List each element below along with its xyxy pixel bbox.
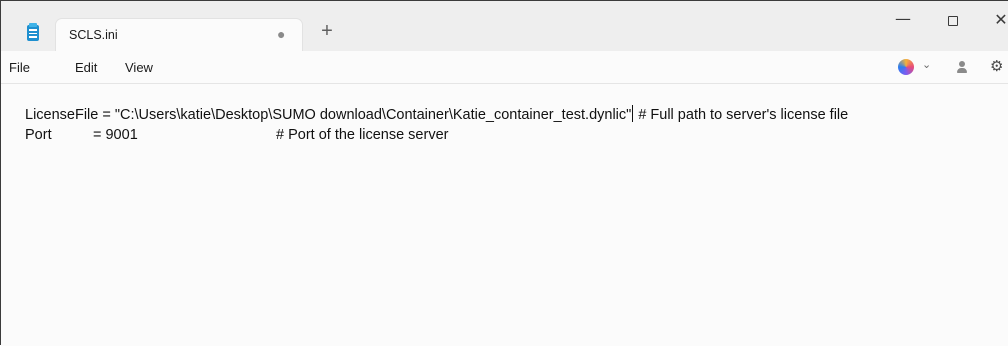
menu-bar: File Edit View ⌄ ⚙ <box>1 51 1008 84</box>
title-bar: SCLS.ini ● + — ✕ <box>1 1 1008 51</box>
chevron-down-icon[interactable]: ⌄ <box>922 58 931 71</box>
account-icon[interactable] <box>957 60 967 74</box>
copilot-icon[interactable] <box>898 59 914 75</box>
line1-comment: # Full path to server's license file <box>634 107 849 123</box>
tab-scls-ini[interactable]: SCLS.ini ● <box>55 18 303 51</box>
line2-value: = 9001 <box>93 127 138 143</box>
editor-line-2: Port = 9001 # Port of the license server <box>25 127 448 143</box>
settings-gear-icon[interactable]: ⚙ <box>990 57 1003 75</box>
menu-view[interactable]: View <box>125 60 153 75</box>
notepad-app-icon <box>27 23 39 41</box>
minimize-button[interactable]: — <box>883 7 923 35</box>
text-editor-area[interactable]: LicenseFile = "C:\Users\katie\Desktop\SU… <box>1 85 1008 346</box>
unsaved-indicator-icon[interactable]: ● <box>277 26 285 42</box>
menu-edit[interactable]: Edit <box>75 60 97 75</box>
close-button[interactable]: ✕ <box>981 7 1008 35</box>
maximize-icon <box>948 16 958 26</box>
line1-text: LicenseFile = "C:\Users\katie\Desktop\SU… <box>25 107 632 123</box>
editor-line-1: LicenseFile = "C:\Users\katie\Desktop\SU… <box>25 105 848 123</box>
menu-file[interactable]: File <box>9 60 30 75</box>
maximize-button[interactable] <box>933 7 973 35</box>
notepad-window: SCLS.ini ● + — ✕ File Edit View ⌄ ⚙ Lice… <box>0 0 1008 346</box>
line2-key: Port <box>25 127 52 143</box>
tab-title: SCLS.ini <box>69 28 118 42</box>
line2-comment: # Port of the license server <box>276 127 449 143</box>
new-tab-button[interactable]: + <box>315 20 339 44</box>
